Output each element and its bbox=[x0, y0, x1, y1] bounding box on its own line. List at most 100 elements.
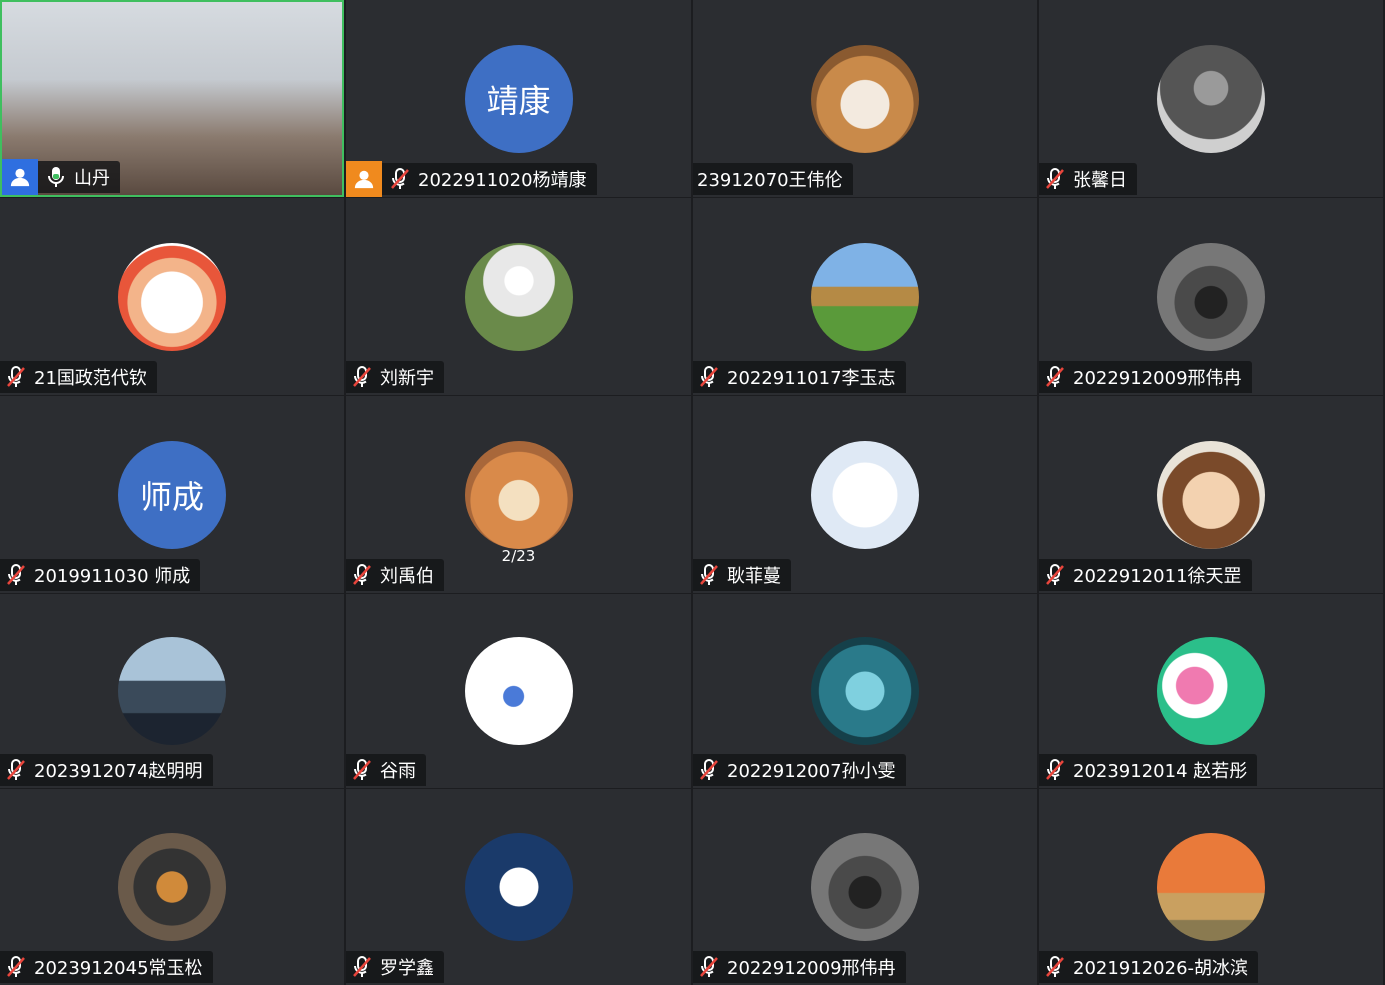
participant-name: 山丹 bbox=[74, 168, 110, 189]
participant-name: 2022912011徐天罡 bbox=[1073, 566, 1242, 587]
participant-name: 2022911017李玉志 bbox=[727, 368, 896, 389]
food-photo-icon bbox=[118, 833, 226, 941]
microphone-muted-icon bbox=[4, 758, 28, 782]
microphone-muted-icon bbox=[1043, 563, 1067, 587]
participant-tile[interactable]: 21国政范代钦 bbox=[0, 198, 344, 395]
name-bar: 耿菲蔓 bbox=[693, 559, 791, 591]
name-bar: 2022912009邢伟冉 bbox=[1039, 361, 1252, 393]
participant-name: 23912070王伟伦 bbox=[697, 170, 843, 191]
people-photo-icon bbox=[1157, 44, 1265, 153]
name-bar: 2022912011徐天罡 bbox=[1039, 559, 1252, 591]
participant-tile[interactable]: 罗学鑫 bbox=[346, 789, 691, 985]
participant-tile[interactable]: 张馨日 bbox=[1039, 0, 1383, 197]
microphone-muted-icon bbox=[1043, 167, 1067, 191]
participant-name: 2022912009邢伟冉 bbox=[727, 958, 896, 979]
anime-character-icon bbox=[1157, 440, 1265, 549]
participant-tile[interactable]: 靖康 2022911020杨靖康 bbox=[346, 0, 691, 197]
participant-tile[interactable]: 2022912011徐天罡 bbox=[1039, 396, 1383, 593]
microphone-muted-icon bbox=[1043, 758, 1067, 782]
name-bar: 刘新宇 bbox=[346, 361, 444, 393]
microphone-icon bbox=[44, 165, 68, 189]
temple-photo-icon bbox=[811, 242, 919, 351]
sketch-figure-icon bbox=[464, 637, 573, 745]
photographer-photo-icon bbox=[811, 833, 919, 941]
participant-name: 2022912009邢伟冉 bbox=[1073, 368, 1242, 389]
aquarium-photo-icon bbox=[811, 637, 919, 745]
participant-tile[interactable]: 耿菲蔓 bbox=[693, 396, 1037, 593]
name-bar: 23912070王伟伦 bbox=[693, 163, 853, 195]
cartoon-lion-icon bbox=[118, 242, 226, 351]
participant-name: 耿菲蔓 bbox=[727, 566, 781, 587]
participant-tile[interactable]: 2023912074赵明明 bbox=[0, 594, 344, 788]
microphone-muted-icon bbox=[1043, 365, 1067, 389]
microphone-muted-icon bbox=[697, 955, 721, 979]
microphone-muted-icon bbox=[697, 563, 721, 587]
participant-tile[interactable]: 2023912045常玉松 bbox=[0, 789, 344, 985]
participant-tile[interactable]: 刘新宇 bbox=[346, 198, 691, 395]
name-bar: 2023912014 赵若彤 bbox=[1039, 754, 1258, 786]
participant-name: 2023912074赵明明 bbox=[34, 761, 203, 782]
microphone-muted-icon bbox=[1043, 955, 1067, 979]
name-bar: 2022912009邢伟冉 bbox=[693, 951, 906, 983]
heart-bunny-icon bbox=[1157, 637, 1265, 745]
name-bar: 刘禹伯 bbox=[346, 559, 444, 591]
name-bar: 2022912007孙小雯 bbox=[693, 754, 906, 786]
microphone-muted-icon bbox=[350, 563, 374, 587]
participant-name: 2023912045常玉松 bbox=[34, 958, 203, 979]
participant-name: 2021912026-胡冰滨 bbox=[1073, 958, 1249, 979]
name-bar: 21国政范代钦 bbox=[0, 361, 157, 393]
sunset-photo-icon bbox=[1157, 833, 1265, 941]
microphone-muted-icon bbox=[388, 167, 412, 191]
participant-tile[interactable]: 2022912009邢伟冉 bbox=[1039, 198, 1383, 395]
participant-tile[interactable]: 2021912026-胡冰滨 bbox=[1039, 789, 1383, 985]
name-bar: 谷雨 bbox=[346, 754, 426, 786]
participant-tile[interactable]: 2023912014 赵若彤 bbox=[1039, 594, 1383, 788]
avatar-initials: 师成 bbox=[118, 440, 226, 549]
participant-name: 2023912014 赵若彤 bbox=[1073, 761, 1248, 782]
name-bar: 山丹 bbox=[2, 159, 120, 195]
microphone-muted-icon bbox=[4, 955, 28, 979]
microphone-muted-icon bbox=[350, 955, 374, 979]
participant-name: 刘新宇 bbox=[380, 368, 434, 389]
woman-phone-photo-icon bbox=[118, 637, 226, 745]
cohost-badge-icon bbox=[346, 161, 382, 197]
plush-lamb-icon bbox=[811, 440, 919, 549]
microphone-muted-icon bbox=[350, 758, 374, 782]
name-bar: 2022911020杨靖康 bbox=[346, 161, 597, 197]
participant-name: 刘禹伯 bbox=[380, 566, 434, 587]
microphone-muted-icon bbox=[350, 365, 374, 389]
participant-name: 谷雨 bbox=[380, 761, 416, 782]
host-badge-icon bbox=[2, 159, 38, 195]
video-grid: 山丹 靖康 2022911020杨靖康 23912070王伟伦 张馨日 21国政范代钦 刘新… bbox=[0, 0, 1385, 985]
participant-name: 2022911020杨靖康 bbox=[418, 170, 587, 191]
participant-name: 张馨日 bbox=[1073, 170, 1127, 191]
name-bar: 2023912045常玉松 bbox=[0, 951, 213, 983]
avatar-initials: 靖康 bbox=[464, 44, 573, 153]
name-bar: 2019911030 师成 bbox=[0, 559, 201, 591]
participant-tile[interactable]: 谷雨 bbox=[346, 594, 691, 788]
panda-candy-icon bbox=[464, 833, 573, 941]
participant-name: 2022912007孙小雯 bbox=[727, 761, 896, 782]
cat-photo-icon bbox=[464, 440, 573, 549]
participant-tile[interactable]: 2022912009邢伟冉 bbox=[693, 789, 1037, 985]
name-bar: 张馨日 bbox=[1039, 163, 1137, 195]
microphone-muted-icon bbox=[697, 365, 721, 389]
microphone-muted-icon bbox=[697, 758, 721, 782]
name-bar: 2023912074赵明明 bbox=[0, 754, 213, 786]
microphone-muted-icon bbox=[4, 365, 28, 389]
microphone-muted-icon bbox=[4, 563, 28, 587]
participant-tile[interactable]: 2022911017李玉志 bbox=[693, 198, 1037, 395]
participant-name: 2019911030 师成 bbox=[34, 566, 191, 587]
participant-tile[interactable]: 师成 2019911030 师成 bbox=[0, 396, 344, 593]
participant-tile[interactable]: 2/23 刘禹伯 bbox=[346, 396, 691, 593]
participant-tile[interactable]: 23912070王伟伦 bbox=[693, 0, 1037, 197]
astronaut-photo-icon bbox=[464, 242, 573, 351]
page-indicator: 2/23 bbox=[501, 547, 536, 565]
participant-tile[interactable]: 山丹 bbox=[0, 0, 344, 197]
name-bar: 罗学鑫 bbox=[346, 951, 444, 983]
participant-name: 21国政范代钦 bbox=[34, 368, 147, 389]
participant-tile[interactable]: 2022912007孙小雯 bbox=[693, 594, 1037, 788]
participant-name: 罗学鑫 bbox=[380, 958, 434, 979]
name-bar: 2022911017李玉志 bbox=[693, 361, 906, 393]
name-bar: 2021912026-胡冰滨 bbox=[1039, 951, 1259, 983]
